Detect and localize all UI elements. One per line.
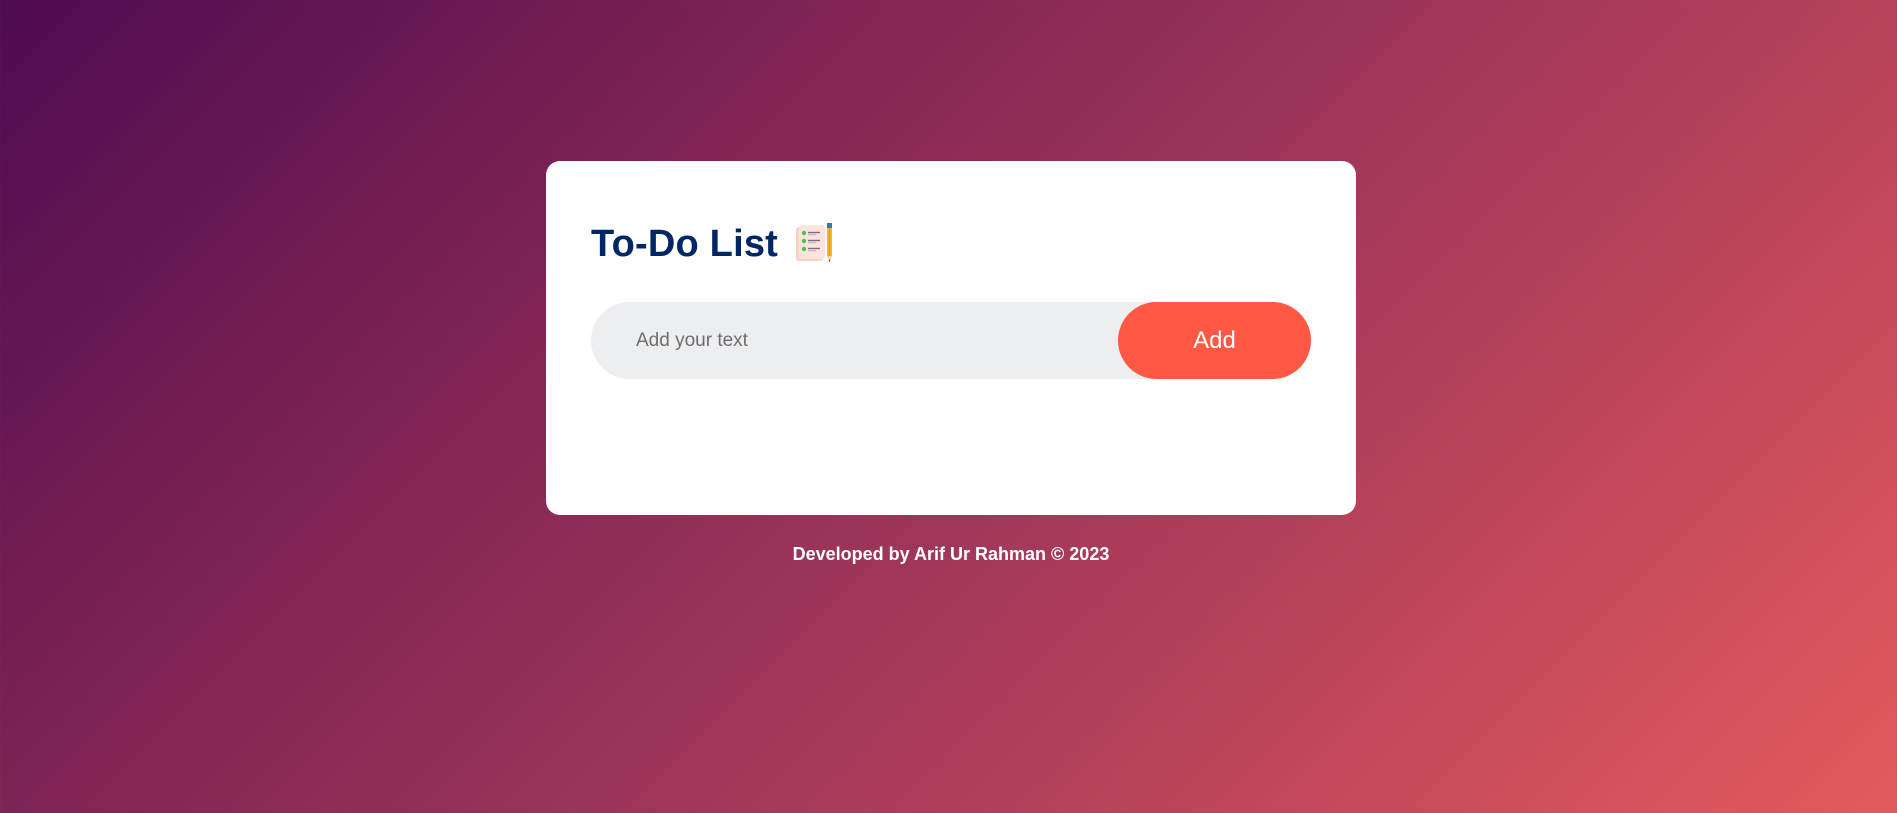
footer-credit: Developed by Arif Ur Rahman © 2023 — [792, 544, 1110, 564]
task-input-row: Add — [591, 302, 1311, 379]
page-title: To-Do List — [591, 223, 779, 265]
add-button[interactable]: Add — [1118, 302, 1311, 379]
todo-card: To-Do List Add your text Add — [546, 161, 1356, 515]
notepad-pencil-icon — [792, 222, 836, 266]
title-row: To-Do List — [591, 221, 1311, 267]
